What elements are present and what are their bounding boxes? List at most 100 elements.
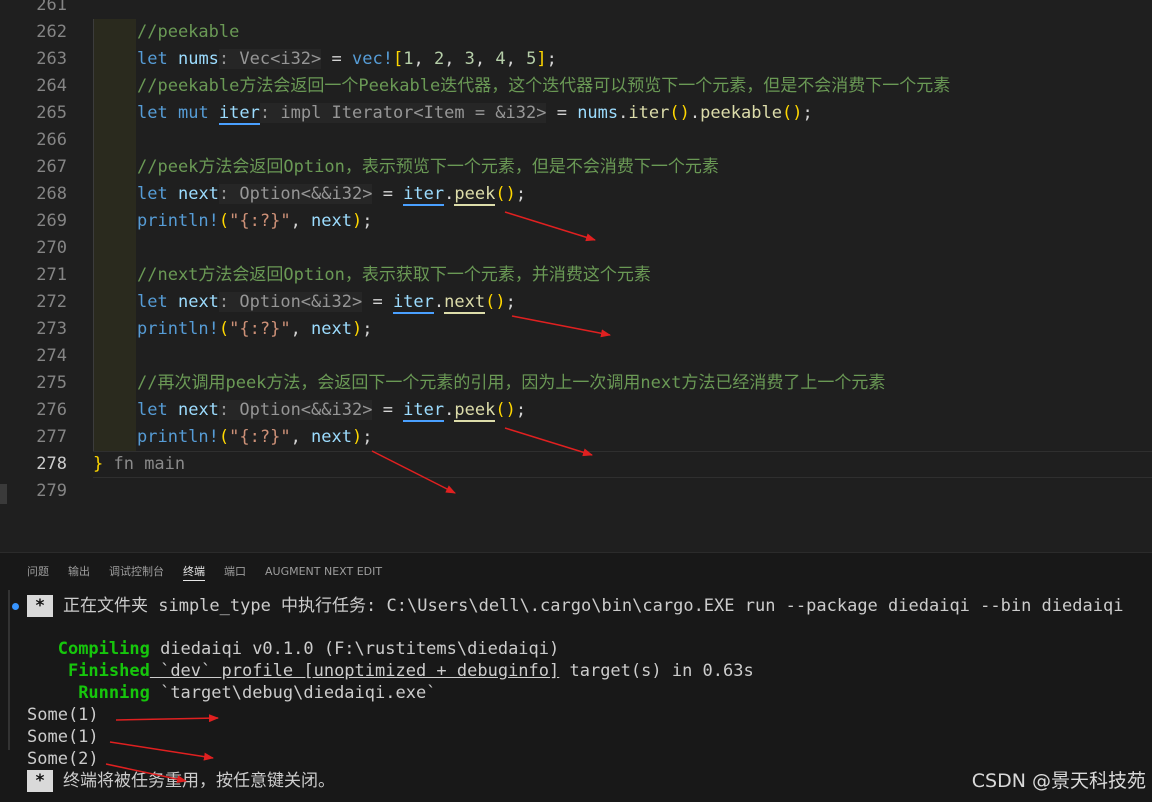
indent-highlight	[94, 343, 136, 370]
string-literal: "{:?}"	[229, 319, 291, 339]
paren: )	[352, 427, 363, 447]
code-line[interactable]: 267 //peek方法会返回Option，表示预览下一个元素，但是不会消费下一个…	[0, 154, 1152, 181]
parens: ()	[781, 103, 803, 123]
code-line[interactable]: 262 //peekable	[0, 19, 1152, 46]
variable-name: next	[177, 292, 219, 312]
compiling-label: Compiling	[57, 639, 150, 659]
type-hint: : Option<&&i32>	[218, 184, 373, 204]
code-line[interactable]: 277 println!("{:?}", next);	[0, 424, 1152, 451]
indent-highlight	[94, 181, 136, 208]
compiling-text: diedaiqi v0.1.0 (F:\rustitems\diedaiqi)	[149, 639, 560, 659]
line-number: 276	[36, 400, 67, 420]
code-line[interactable]: 263 let nums: Vec<i32> = vec![1, 2, 3, 4,…	[0, 46, 1152, 73]
code-line[interactable]: 266	[0, 127, 1152, 154]
code-line[interactable]: 268 let next: Option<&&i32> = iter.peek()…	[0, 181, 1152, 208]
type-hint: : Vec<i32>	[218, 49, 322, 69]
code-line[interactable]: 261	[0, 0, 1152, 19]
finished-line: Finished `dev` profile [unoptimized + de…	[27, 660, 754, 682]
bottom-panel: 问题 输出 调试控制台 终端 端口 AUGMENT NEXT EDIT * 正在文件夹 si…	[0, 552, 1152, 802]
tab-terminal[interactable]: 终端	[183, 564, 205, 581]
finished-profile: `dev` profile [unoptimized + debuginfo]	[149, 661, 560, 681]
macro-name: println!	[137, 211, 219, 231]
line-number: 279	[36, 481, 67, 501]
dot: .	[618, 103, 629, 123]
macro-name: vec!	[352, 49, 393, 69]
code-line[interactable]: 279	[0, 478, 1152, 505]
operator: =	[321, 49, 352, 69]
code-line[interactable]: 271 //next方法会返回Option，表示获取下一个元素，并消费这个元素	[0, 262, 1152, 289]
compiling-line: Compiling diedaiqi v0.1.0 (F:\rustitems\…	[27, 638, 560, 660]
code-line[interactable]: 275 //再次调用peek方法，会返回下一个元素的引用，因为上一次调用next方…	[0, 370, 1152, 397]
type-hint: : impl Iterator<Item = &i32>	[259, 103, 547, 123]
number-literal: 1	[403, 49, 414, 69]
code-line[interactable]: 278} fn main	[0, 451, 1152, 478]
finished-target: target(s) in 0.63s	[559, 661, 754, 681]
string-literal: "{:?}"	[229, 211, 291, 231]
paren: (	[218, 427, 230, 447]
code-line[interactable]: 270	[0, 235, 1152, 262]
output-line-2: Some(1)	[27, 727, 99, 747]
code-line[interactable]: 273 println!("{:?}", next);	[0, 316, 1152, 343]
semicolon: ;	[362, 427, 373, 447]
line-number: 272	[36, 292, 67, 312]
separator: ,	[413, 49, 434, 69]
parens: ()	[495, 400, 516, 420]
semicolon: ;	[515, 184, 527, 204]
code-line[interactable]: 264 //peekable方法会返回一个Peekable迭代器，这个迭代器可以预…	[0, 73, 1152, 100]
line-number: 262	[36, 22, 67, 42]
code-text: let next: Option<&i32> = iter.next();	[137, 289, 516, 316]
argument: next	[311, 319, 352, 339]
code-text: let mut iter: impl Iterator<Item = &i32>…	[137, 100, 813, 127]
code-text: println!("{:?}", next);	[137, 424, 373, 451]
line-number: 261	[36, 0, 67, 15]
separator: ,	[290, 427, 312, 447]
operator: =	[372, 184, 404, 204]
code-line[interactable]: 265 let mut iter: impl Iterator<Item = &i…	[0, 100, 1152, 127]
code-line[interactable]: 269 println!("{:?}", next);	[0, 208, 1152, 235]
method-name: peekable	[700, 103, 782, 123]
code-line[interactable]: 274	[0, 343, 1152, 370]
reuse-star-badge: *	[27, 770, 53, 792]
number-literal: 2	[433, 49, 445, 69]
variable-name: nums	[177, 49, 219, 69]
tab-output[interactable]: 输出	[68, 564, 90, 580]
argument: next	[311, 211, 352, 231]
code-comment: //peekable	[137, 22, 240, 42]
variable-name: iter	[218, 103, 260, 125]
tab-augment-next-edit[interactable]: AUGMENT NEXT EDIT	[265, 564, 382, 580]
semicolon: ;	[802, 103, 813, 123]
code-text: let next: Option<&&i32> = iter.peek();	[137, 181, 526, 208]
line-number: 270	[36, 238, 67, 258]
method-name: peek	[454, 184, 496, 206]
code-comment: //peek方法会返回Option，表示预览下一个元素，但是不会消费下一个元素	[137, 157, 719, 177]
dot: .	[689, 103, 701, 123]
indent-highlight	[94, 100, 136, 127]
line-number: 267	[36, 157, 67, 177]
separator: ,	[444, 49, 465, 69]
operator: =	[546, 103, 578, 123]
string-literal: "{:?}"	[229, 427, 291, 447]
parens: ()	[669, 103, 690, 123]
operator: =	[362, 292, 393, 312]
bracket: [	[392, 49, 404, 69]
tab-problems[interactable]: 问题	[27, 564, 49, 580]
separator: ,	[290, 319, 312, 339]
keyword-let: let	[137, 292, 168, 312]
watermark: CSDN @景天科技苑	[971, 770, 1146, 792]
semicolon: ;	[362, 319, 373, 339]
macro-name: println!	[137, 427, 219, 447]
parens: ()	[495, 184, 516, 204]
code-line[interactable]: 276 let next: Option<&&i32> = iter.peek()…	[0, 397, 1152, 424]
keyword-mut: mut	[177, 103, 209, 123]
code-editor[interactable]: 261 262 //peekable 263 let nums: Vec<i32> = …	[0, 0, 1152, 552]
type-hint: : Option<&i32>	[218, 292, 363, 312]
bracket: ]	[536, 49, 547, 69]
tab-ports[interactable]: 端口	[224, 564, 246, 580]
code-text: let nums: Vec<i32> = vec![1, 2, 3, 4, 5]…	[137, 46, 557, 73]
code-line[interactable]: 272 let next: Option<&i32> = iter.next();	[0, 289, 1152, 316]
indent-highlight	[94, 316, 136, 343]
tab-debug-console[interactable]: 调试控制台	[109, 564, 164, 580]
semicolon: ;	[362, 211, 373, 231]
line-number: 271	[36, 265, 67, 285]
object-name: iter	[392, 292, 434, 314]
